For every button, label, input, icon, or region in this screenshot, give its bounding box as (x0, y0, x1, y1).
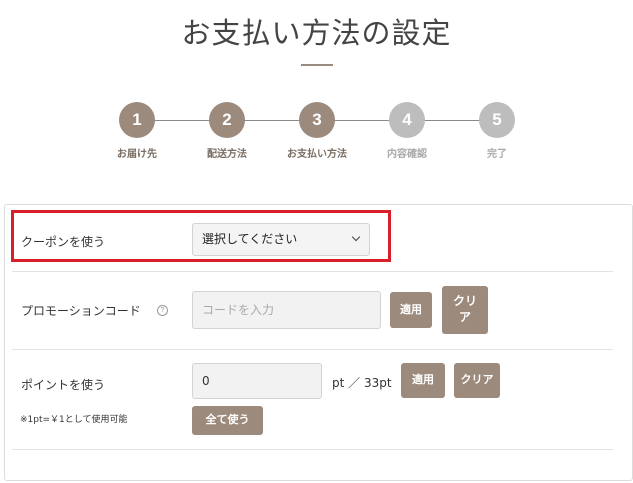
promo-clear-button[interactable]: クリ ア (442, 286, 488, 334)
points-note: ※1pt=￥1として使用可能 (20, 415, 128, 425)
divider (12, 449, 613, 450)
step-5-label: 完了 (487, 149, 507, 160)
divider (12, 271, 613, 272)
step-5-circle: 5 (479, 102, 515, 138)
coupon-highlight-box (11, 210, 391, 262)
use-all-points-button[interactable]: 全て使う (192, 406, 263, 435)
step-4-circle: 4 (389, 102, 425, 138)
points-clear-button[interactable]: クリア (454, 363, 500, 398)
step-4-label: 内容確認 (387, 149, 427, 160)
step-3-circle: 3 (299, 102, 335, 138)
promo-code-label: プロモーションコード (21, 304, 141, 318)
step-2-label: 配送方法 (207, 149, 247, 160)
step-1-circle: 1 (119, 102, 155, 138)
help-icon[interactable]: ? (157, 305, 168, 316)
divider (12, 349, 613, 350)
title-underline (301, 64, 333, 66)
points-available-text: pt ／ 33pt (332, 376, 392, 390)
points-apply-button[interactable]: 適用 (401, 363, 445, 398)
promo-code-input[interactable] (192, 291, 381, 329)
page-title: お支払い方法の設定 (181, 16, 452, 50)
step-3-label: お支払い方法 (287, 149, 347, 160)
step-1-label: お届け先 (117, 149, 157, 160)
step-2-circle: 2 (209, 102, 245, 138)
points-input[interactable] (192, 363, 322, 399)
points-label: ポイントを使う (21, 378, 106, 392)
promo-apply-button[interactable]: 適用 (390, 292, 432, 328)
